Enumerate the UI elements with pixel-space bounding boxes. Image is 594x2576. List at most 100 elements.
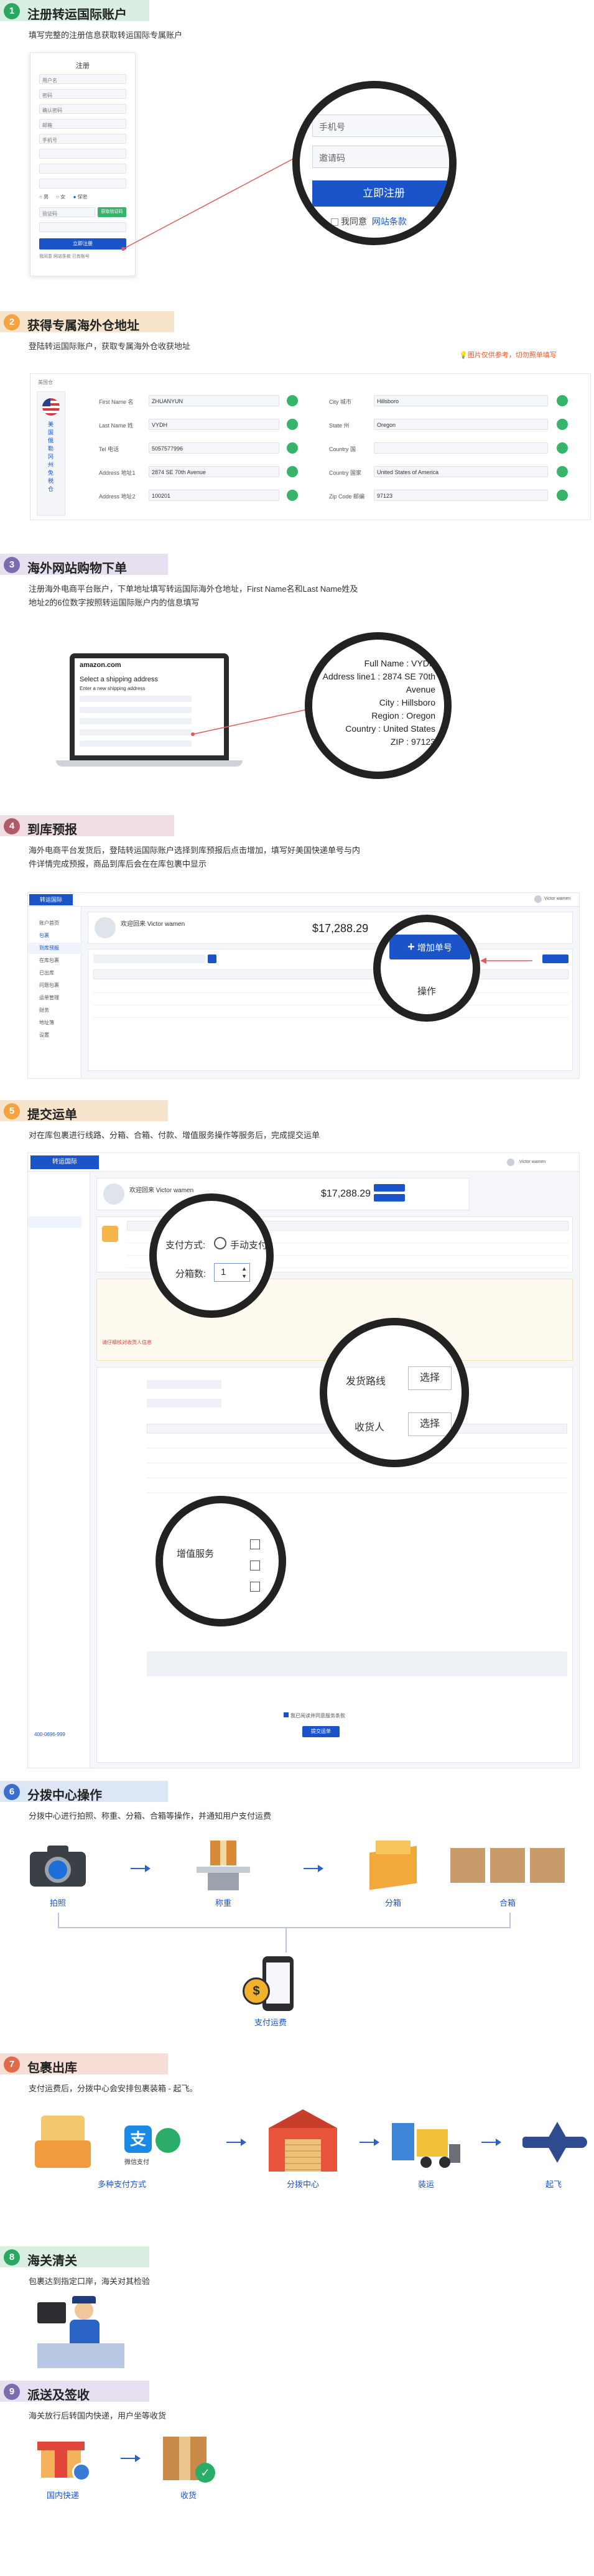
- brand-logo[interactable]: 转运国际: [29, 894, 73, 905]
- scale-icon: [197, 1841, 250, 1890]
- arrow-icon: [121, 2455, 141, 2462]
- region-field[interactable]: [39, 149, 126, 159]
- password-field[interactable]: 密码: [39, 89, 126, 99]
- agree-checkbox[interactable]: [284, 1712, 289, 1717]
- user-avatar[interactable]: [507, 1159, 514, 1166]
- add-tracking-button-small[interactable]: [542, 954, 568, 963]
- sidebar-item-address[interactable]: 地址簿: [28, 1017, 81, 1029]
- sidebar-item-problem[interactable]: 问题包裹: [28, 980, 81, 991]
- manual-pay-radio[interactable]: [214, 1237, 226, 1249]
- sidebar-item-finance[interactable]: 财务: [28, 1005, 81, 1016]
- copy-button[interactable]: [287, 490, 298, 501]
- zoom-invite-field[interactable]: 邀请码: [312, 146, 449, 168]
- user-avatar[interactable]: [534, 895, 542, 903]
- withdraw-button[interactable]: [374, 1194, 405, 1202]
- sidebar-item-home[interactable]: 账户首页: [28, 918, 81, 929]
- copy-button[interactable]: [287, 419, 298, 430]
- sidebar-item-waybill-active[interactable]: [28, 1216, 81, 1228]
- recharge-button[interactable]: [374, 1184, 405, 1192]
- copy-button[interactable]: [557, 419, 568, 430]
- confirm-password-field[interactable]: 确认密码: [39, 104, 126, 114]
- sidebar-item[interactable]: [28, 1184, 81, 1195]
- search-button[interactable]: [208, 954, 216, 963]
- item-row[interactable]: [147, 1467, 567, 1478]
- copy-button[interactable]: [557, 395, 568, 406]
- submit-waybill-button[interactable]: 提交运单: [302, 1726, 340, 1737]
- remark-textarea[interactable]: [147, 1651, 567, 1676]
- register-submit-button[interactable]: 立即注册: [312, 180, 449, 207]
- distribution-center-label: 分拨中心: [286, 2180, 319, 2189]
- captcha-field[interactable]: 验证码: [39, 207, 95, 217]
- user-menu[interactable]: Victor wamen: [519, 1160, 545, 1164]
- add-tracking-button[interactable]: + 增加单号: [389, 935, 470, 959]
- route-select[interactable]: [147, 1380, 221, 1389]
- table-row[interactable]: [93, 982, 568, 993]
- reference-note: 💡图片仅供参考，切勿照单填写: [459, 352, 557, 359]
- sidebar-item-package[interactable]: 包裹: [28, 930, 81, 941]
- receiver-select-button[interactable]: 选择: [408, 1412, 452, 1436]
- search-input[interactable]: [93, 954, 205, 963]
- split-count-stepper[interactable]: 1 ▲ ▼: [214, 1263, 250, 1282]
- terms-link[interactable]: 网站条款: [372, 217, 407, 226]
- address-input[interactable]: [80, 729, 192, 735]
- sidebar-item-forecast[interactable]: 到库预报: [28, 943, 81, 954]
- sidebar-item-in-stock[interactable]: 在库包裹: [28, 955, 81, 966]
- zoom-address-lines: Full Name : VYDH Address line1 : 2874 SE…: [312, 657, 444, 749]
- split-box-icon: [363, 1841, 423, 1890]
- table-row[interactable]: [93, 994, 568, 1006]
- step-3-section: 3 海外网站购物下单 注册海外电商平台账户，下单地址填写转运国际海外仓地址，Fi…: [0, 554, 594, 803]
- address-field[interactable]: [39, 164, 126, 174]
- gender-radio-group[interactable]: ○ 男 ○ 女 ● 保密: [39, 194, 126, 202]
- user-menu[interactable]: Victor wamen: [544, 897, 570, 901]
- sidebar-item[interactable]: [28, 1200, 81, 1211]
- brand-logo[interactable]: 转运国际: [30, 1155, 99, 1169]
- arrow-icon: [360, 2139, 379, 2146]
- merge-box-label: 合箱: [499, 1898, 516, 1908]
- register-submit-button-small[interactable]: 立即注册: [39, 238, 126, 250]
- plus-icon: +: [407, 940, 415, 954]
- gender-secret-radio[interactable]: ●: [73, 194, 78, 200]
- route-select-button[interactable]: 选择: [408, 1366, 452, 1390]
- stepper-arrows-icon[interactable]: ▲ ▼: [241, 1265, 247, 1280]
- table-row[interactable]: [93, 1007, 568, 1018]
- shipping-address-heading: Select a shipping address: [80, 676, 158, 683]
- copy-button[interactable]: [557, 490, 568, 501]
- address-input[interactable]: [80, 718, 192, 724]
- vas-checkbox[interactable]: [250, 1582, 260, 1592]
- sidebar-item-waybill[interactable]: 运单管理: [28, 992, 81, 1004]
- address-input[interactable]: [80, 696, 192, 702]
- receiver-select[interactable]: [147, 1399, 221, 1407]
- sidebar-item-shipped[interactable]: 已出库: [28, 968, 81, 979]
- payment-zoom-circle: 支付方式: 手动支付 分箱数: 1 ▲ ▼: [149, 1193, 274, 1318]
- vas-checkbox[interactable]: [250, 1561, 260, 1570]
- account-summary-card: 欢迎回来 Victor wamen $17,288.29: [96, 1178, 470, 1210]
- gender-male-radio[interactable]: ○: [39, 194, 44, 200]
- copy-button[interactable]: [287, 466, 298, 477]
- copy-button[interactable]: [557, 466, 568, 477]
- invite-field[interactable]: [39, 222, 126, 232]
- item-row[interactable]: [147, 1482, 567, 1493]
- bracket-connector: [58, 1913, 511, 1953]
- username-field[interactable]: 用户名: [39, 74, 126, 84]
- sidebar-item-settings[interactable]: 设置: [28, 1030, 81, 1041]
- last-name-value: VYDH: [149, 419, 279, 430]
- sidebar-phone: 400-0696-999: [34, 1732, 65, 1737]
- step-description: 分拨中心进行拍照、称重、分箱、合箱等操作，并通知用户支付运费: [29, 1811, 272, 1821]
- code-field[interactable]: [39, 179, 126, 189]
- address-input[interactable]: [80, 740, 192, 747]
- address-input[interactable]: [80, 707, 192, 713]
- forecast-zoom-circle: + 增加单号 操作: [373, 915, 480, 1022]
- copy-button[interactable]: [557, 442, 568, 454]
- vas-zoom-circle: 增值服务: [155, 1496, 286, 1626]
- copy-button[interactable]: [287, 395, 298, 406]
- agree-checkbox[interactable]: [331, 218, 338, 226]
- copy-button[interactable]: [287, 442, 298, 454]
- vas-checkbox[interactable]: [250, 1539, 260, 1549]
- arrow-icon: [304, 1865, 323, 1872]
- zoom-line-country: Country : United States: [345, 724, 435, 734]
- phone-field[interactable]: 手机号: [39, 134, 126, 144]
- email-field[interactable]: 邮箱: [39, 119, 126, 129]
- forecast-dashboard: 转运国际 Victor wamen 账户首页 包裹 到库预报 在库包裹 已出库 …: [27, 892, 580, 1079]
- warehouse-tab[interactable]: 美国仓: [38, 379, 53, 386]
- zoom-phone-field[interactable]: 手机号: [312, 114, 449, 137]
